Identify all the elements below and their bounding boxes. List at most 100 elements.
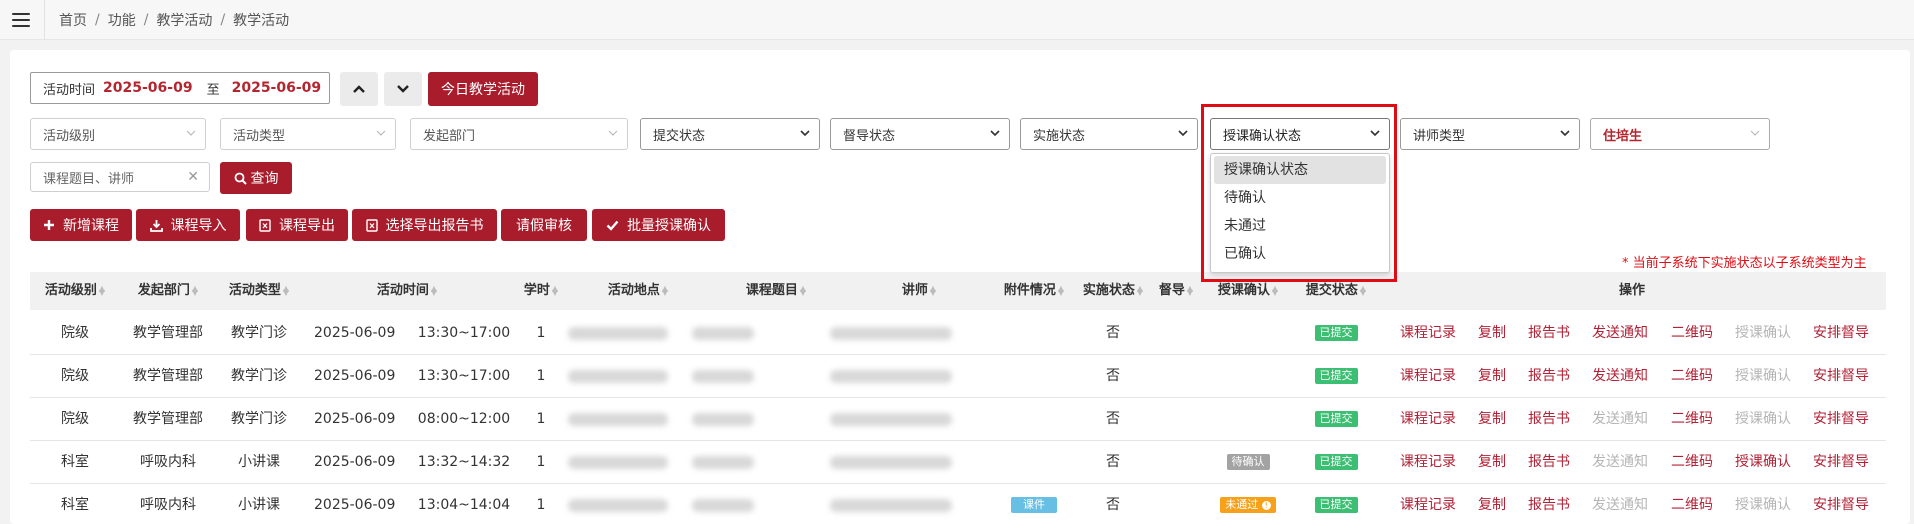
copy-link[interactable]: 复制 [1478,312,1506,355]
end-date[interactable]: 2025-06-09 [232,80,322,96]
qrcode-link[interactable]: 二维码 [1671,441,1713,484]
next-day-button[interactable] [384,72,422,106]
send-notice-link: 发送通知 [1592,497,1648,513]
confirm-teaching-link[interactable]: 授课确认 [1735,441,1791,484]
dropdown-option[interactable]: 待确认 [1214,184,1386,212]
sort-icon: ▲ ▼ [1136,283,1144,297]
breadcrumb-item[interactable]: 首页 [59,10,87,30]
trainee-select[interactable]: 住培生 [1590,118,1770,150]
qrcode-link[interactable]: 二维码 [1671,355,1713,398]
send-notice-link[interactable]: 发送通知 [1592,312,1648,355]
column-header[interactable]: 活动类型 ▲ ▼ [216,272,302,310]
today-activities-button[interactable]: 今日教学活动 [428,72,538,106]
arrange-supervision-link[interactable]: 安排督导 [1813,441,1869,484]
column-header[interactable]: 活动时间 ▲ ▼ [302,272,512,310]
report-link[interactable]: 报告书 [1528,398,1570,441]
sort-icon: ▲ ▼ [551,283,559,297]
cell-hours: 1 [536,325,546,341]
table-row: 科室 呼吸内科 小讲课 2025-06-09 13:04~14:04 1 课件 … [30,484,1886,524]
implementation-status-select[interactable]: 实施状态 [1020,118,1198,150]
query-button[interactable]: 查询 [220,162,292,194]
arrange-supervision-link[interactable]: 安排督导 [1813,484,1869,524]
course-record-link[interactable]: 课程记录 [1400,312,1456,355]
cell-time: 13:32~14:32 [417,454,511,470]
copy-link[interactable]: 复制 [1478,484,1506,524]
cell-implemented: 否 [1106,368,1120,384]
column-header[interactable]: 活动级别 ▲ ▼ [30,272,120,310]
cell-title-redacted [692,456,754,469]
report-link[interactable]: 报告书 [1528,312,1570,355]
arrange-supervision-link[interactable]: 安排督导 [1813,312,1869,355]
chevron-down-icon [1750,130,1760,136]
select-value: 活动级别 [43,128,96,144]
column-header[interactable]: 实施状态 ▲ ▼ [1076,272,1150,310]
report-link[interactable]: 报告书 [1528,355,1570,398]
chevron-down-icon [186,130,196,136]
breadcrumb-item[interactable]: 功能 [108,10,136,30]
add-course-button[interactable]: 新增课程 [30,209,132,241]
breadcrumb-item[interactable]: 教学活动 [156,10,212,30]
course-record-link[interactable]: 课程记录 [1400,441,1456,484]
table-row: 院级 教学管理部 教学门诊 2025-06-09 08:00~12:00 1 否… [30,398,1886,441]
leave-review-button[interactable]: 请假审核 [501,209,587,241]
copy-link[interactable]: 复制 [1478,355,1506,398]
column-header[interactable]: 发起部门 ▲ ▼ [120,272,216,310]
previous-day-button[interactable] [340,72,378,106]
start-date[interactable]: 2025-06-09 [103,80,193,96]
search-input[interactable]: 课程题目、讲师 ✕ [30,162,210,192]
cell-time: 13:30~17:00 [417,368,511,384]
clear-icon[interactable]: ✕ [187,169,199,185]
dropdown-option[interactable]: 已确认 [1214,240,1386,268]
supervision-status-select[interactable]: 督导状态 [830,118,1010,150]
column-header[interactable]: 课程题目 ▲ ▼ [706,272,846,310]
import-course-button[interactable]: 课程导入 [136,209,240,241]
attachment-badge[interactable]: 课件 [1011,497,1057,513]
select-value: 实施状态 [1033,128,1086,144]
course-record-link[interactable]: 课程记录 [1400,355,1456,398]
qrcode-link[interactable]: 二维码 [1671,484,1713,524]
lecturer-type-select[interactable]: 讲师类型 [1400,118,1580,150]
batch-confirm-button[interactable]: 批量授课确认 [592,209,725,241]
course-record-link[interactable]: 课程记录 [1400,484,1456,524]
confirm-teaching-link: 授课确认 [1735,325,1791,341]
report-link[interactable]: 报告书 [1528,441,1570,484]
column-header[interactable]: 活动地点 ▲ ▼ [570,272,706,310]
chevron-down-icon [397,85,409,93]
select-value: 讲师类型 [1413,128,1466,144]
submit-status-badge: 已提交 [1314,497,1358,513]
export-course-button[interactable]: 课程导出 [246,209,348,241]
date-range-field[interactable]: 活动时间 2025-06-09 至 2025-06-09 [30,72,330,104]
course-record-link[interactable]: 课程记录 [1400,398,1456,441]
report-link[interactable]: 报告书 [1528,484,1570,524]
activity-type-select[interactable]: 活动类型 [220,118,396,150]
arrange-supervision-link[interactable]: 安排督导 [1813,398,1869,441]
qrcode-link[interactable]: 二维码 [1671,312,1713,355]
activity-level-select[interactable]: 活动级别 [30,118,206,150]
sort-icon: ▲ ▼ [1271,283,1279,297]
cell-hours: 1 [536,368,546,384]
submit-status-select[interactable]: 提交状态 [640,118,820,150]
column-header[interactable]: 附件情况 ▲ ▼ [992,272,1076,310]
column-header[interactable]: 讲师 ▲ ▼ [846,272,992,310]
chevron-down-icon [1560,130,1570,137]
menu-icon[interactable] [12,12,30,27]
copy-link[interactable]: 复制 [1478,398,1506,441]
qrcode-link[interactable]: 二维码 [1671,398,1713,441]
department-select[interactable]: 发起部门 [410,118,628,150]
search-placeholder: 课程题目、讲师 [43,171,135,187]
query-button-label: 查询 [250,171,279,187]
arrange-supervision-link[interactable]: 安排督导 [1813,355,1869,398]
button-label: 批量授课确认 [627,218,711,234]
send-notice-link[interactable]: 发送通知 [1592,355,1648,398]
export-report-button[interactable]: 选择导出报告书 [352,209,497,241]
column-header[interactable]: 学时 ▲ ▼ [512,272,570,310]
cell-dept: 呼吸内科 [140,454,196,470]
cell-title-redacted [692,413,754,426]
cell-type: 教学门诊 [231,411,287,427]
dropdown-option[interactable]: 未通过 [1214,212,1386,240]
cell-lecturer-redacted [830,456,952,469]
cell-time: 08:00~12:00 [417,411,511,427]
column-header[interactable]: 督导 ▲ ▼ [1150,272,1202,310]
copy-link[interactable]: 复制 [1478,441,1506,484]
dropdown-option[interactable]: 授课确认状态 [1214,156,1386,184]
